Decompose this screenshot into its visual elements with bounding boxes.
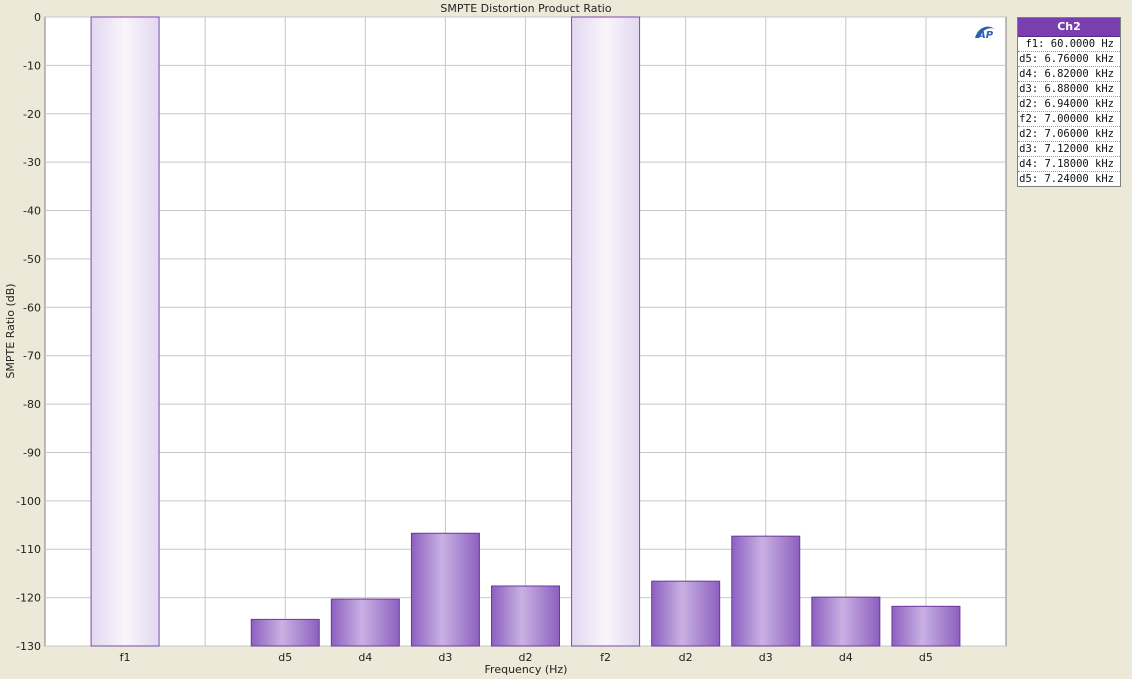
legend-header: Ch2 (1018, 18, 1120, 37)
y-tick-label: -120 (16, 592, 41, 605)
chart-title: SMPTE Distortion Product Ratio (440, 2, 611, 15)
legend-entry: d3: 7.12000 kHz (1018, 142, 1120, 157)
y-tick-label: -10 (23, 59, 41, 72)
x-tick-label: f1 (120, 651, 131, 664)
y-axis-label: SMPTE Ratio (dB) (4, 283, 17, 378)
legend-entry: d4: 6.82000 kHz (1018, 67, 1120, 82)
x-tick-label: d3 (759, 651, 773, 664)
bar-d4-3 (330, 598, 400, 647)
legend-entry: d3: 6.88000 kHz (1018, 82, 1120, 97)
legend-entry: f1: 60.0000 Hz (1018, 37, 1120, 52)
y-axis-ticks: 0 -10 -20 -30 -40 -50 -60 -70 -80 -90 -100 -110 -120… (16, 11, 41, 653)
bar-f2-6 (571, 16, 641, 647)
bar-d2-7 (651, 580, 721, 647)
chart: SMPTE Distortion Product Ratio 0 -10 -20 -3… (4, 2, 1007, 676)
bar-d3-4 (410, 532, 480, 647)
legend-entry: d4: 7.18000 kHz (1018, 157, 1120, 172)
legend-entry: d2: 7.06000 kHz (1018, 127, 1120, 142)
x-axis-label: Frequency (Hz) (485, 663, 568, 676)
x-tick-label: d2 (679, 651, 693, 664)
x-tick-label: d3 (438, 651, 452, 664)
legend-entry: d5: 6.76000 kHz (1018, 52, 1120, 67)
x-tick-label: d4 (839, 651, 853, 664)
x-tick-label: f2 (600, 651, 611, 664)
y-tick-label: -60 (23, 301, 41, 314)
y-tick-label: -90 (23, 446, 41, 459)
y-tick-label: 0 (34, 11, 41, 24)
bar-d4-9 (811, 596, 881, 647)
y-tick-label: -110 (16, 543, 41, 556)
y-tick-label: -40 (23, 205, 41, 218)
y-tick-label: -20 (23, 108, 41, 121)
y-tick-label: -70 (23, 350, 41, 363)
y-tick-label: -130 (16, 640, 41, 653)
bar-d5-2 (250, 618, 320, 647)
bar-f1-0 (90, 16, 160, 647)
x-tick-label: d5 (278, 651, 292, 664)
y-tick-label: -50 (23, 253, 41, 266)
y-tick-label: -100 (16, 495, 41, 508)
bar-d2-5 (491, 585, 560, 647)
bar-d5-10 (891, 605, 961, 647)
ap-logo-icon: AP (975, 26, 995, 41)
legend: Ch2 f1: 60.0000 Hz d5: 6.76000 kHz d4: 6.8… (1017, 17, 1121, 187)
x-tick-label: d4 (358, 651, 372, 664)
legend-entry: d5: 7.24000 kHz (1019, 173, 1114, 185)
legend-entry: d2: 6.94000 kHz (1018, 97, 1120, 112)
x-tick-label: d5 (919, 651, 933, 664)
legend-entry: f2: 7.00000 kHz (1018, 112, 1120, 127)
y-tick-label: -30 (23, 156, 41, 169)
y-tick-label: -80 (23, 398, 41, 411)
svg-text:AP: AP (977, 30, 994, 41)
bar-d3-8 (731, 535, 801, 647)
